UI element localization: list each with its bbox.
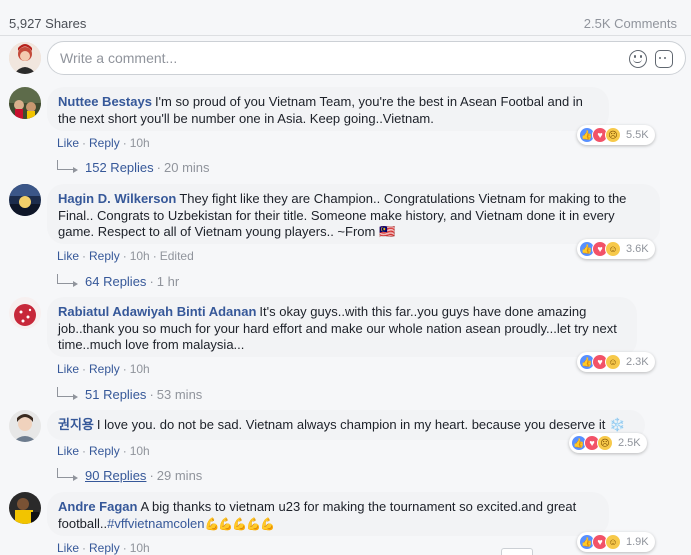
reply-arrow-icon (57, 160, 78, 173)
reactions-summary[interactable]: 👍 ♥ ☺ 1.9K (577, 532, 655, 552)
comment-time[interactable]: 10h (130, 136, 150, 150)
reply-arrow-icon (57, 468, 78, 481)
comment-time[interactable]: 10h (130, 249, 150, 263)
reply-link[interactable]: Reply (89, 541, 120, 555)
comment-author[interactable]: 권지용 (58, 417, 94, 432)
comment-composer (9, 41, 686, 75)
commenter-avatar[interactable] (9, 87, 41, 119)
replies-link[interactable]: 152 Replies · 20 mins (57, 160, 210, 175)
reaction-count: 2.3K (626, 356, 649, 368)
replies-time: 53 mins (156, 387, 203, 402)
reply-link[interactable]: Reply (89, 249, 120, 263)
current-user-avatar[interactable] (9, 42, 41, 74)
comment-input-box[interactable] (47, 41, 686, 75)
reply-link[interactable]: Reply (89, 136, 120, 150)
comment-bubble: Hagin D. Wilkerson They fight like they a… (47, 184, 660, 244)
comment-text: I love you. do not be sad. Vietnam alway… (96, 417, 626, 432)
haha-reaction-icon: ☺ (605, 534, 621, 550)
replies-count[interactable]: 51 Replies (85, 387, 146, 402)
comment-actions: Like · Reply · 10h (57, 136, 150, 150)
comment-bubble: Nuttee Bestays I'm so proud of you Vietna… (47, 87, 609, 131)
reaction-count: 1.9K (626, 536, 649, 548)
comment-actions: Like · Reply · 10h (57, 362, 150, 376)
replies-link[interactable]: 51 Replies · 53 mins (57, 387, 202, 402)
reply-arrow-icon (57, 274, 78, 287)
edited-label[interactable]: Edited (160, 249, 194, 263)
comment-author[interactable]: Hagin D. Wilkerson (58, 191, 176, 206)
reactions-summary[interactable]: 👍 ♥ ☹ 5.5K (577, 125, 655, 145)
shares-count[interactable]: 5,927 Shares (9, 16, 86, 31)
comment-time[interactable]: 10h (130, 362, 150, 376)
post-stats-bar: 5,927 Shares 2.5K Comments (0, 0, 691, 36)
reactions-summary[interactable]: 👍 ♥ ☺ 2.3K (577, 352, 655, 372)
haha-reaction-icon: ☺ (605, 241, 621, 257)
comment: Rabiatul Adawiyah Binti Adanan It's okay … (9, 297, 681, 407)
reply-arrow-icon (57, 387, 78, 400)
comment-bubble: Andre Fagan A big thanks to vietnam u23 f… (47, 492, 609, 536)
haha-reaction-icon: ☺ (605, 354, 621, 370)
flexed-biceps-emoji: 💪💪💪💪💪 (204, 516, 275, 531)
commenter-avatar[interactable] (9, 492, 41, 524)
commenter-avatar[interactable] (9, 184, 41, 216)
scroll-tab[interactable] (501, 548, 533, 555)
reactions-summary[interactable]: 👍 ♥ ☺ 3.6K (577, 239, 655, 259)
replies-count[interactable]: 90 Replies (85, 468, 146, 483)
comments-count[interactable]: 2.5K Comments (584, 16, 677, 31)
comment: Andre Fagan A big thanks to vietnam u23 f… (9, 492, 681, 555)
sad-reaction-icon: ☹ (605, 127, 621, 143)
reply-link[interactable]: Reply (89, 362, 120, 376)
like-link[interactable]: Like (57, 541, 79, 555)
replies-link[interactable]: 90 Replies · 29 mins (57, 468, 202, 483)
commenter-avatar[interactable] (9, 297, 41, 329)
reaction-count: 5.5K (626, 129, 649, 141)
comment: Nuttee Bestays I'm so proud of you Vietna… (9, 87, 681, 187)
comment-author[interactable]: Andre Fagan (58, 499, 137, 514)
reaction-count: 2.5K (618, 437, 641, 449)
hashtag-link[interactable]: #vffvietnamcolen (107, 516, 204, 531)
replies-time: 29 mins (156, 468, 203, 483)
sticker-icon[interactable] (655, 50, 673, 68)
reply-link[interactable]: Reply (89, 444, 120, 458)
like-link[interactable]: Like (57, 444, 79, 458)
like-link[interactable]: Like (57, 136, 79, 150)
replies-count[interactable]: 64 Replies (85, 274, 146, 289)
emoji-icon[interactable] (629, 50, 647, 68)
comment-actions: Like · Reply · 10h · Edited (57, 249, 194, 263)
comment-time[interactable]: 10h (130, 444, 150, 458)
comment-bubble: Rabiatul Adawiyah Binti Adanan It's okay … (47, 297, 637, 357)
replies-time: 1 hr (156, 274, 180, 289)
comment-bubble: 권지용 I love you. do not be sad. Vietnam al… (47, 410, 645, 440)
comment-actions: Like · Reply · 10h (57, 541, 150, 555)
comment-actions: Like · Reply · 10h (57, 444, 150, 458)
replies-time: 20 mins (164, 160, 210, 175)
reaction-count: 3.6K (626, 243, 649, 255)
comment-time[interactable]: 10h (130, 541, 150, 555)
comment: Hagin D. Wilkerson They fight like they a… (9, 184, 681, 294)
commenter-avatar[interactable] (9, 410, 41, 442)
reactions-summary[interactable]: 👍 ♥ ☹ 2.5K (569, 433, 647, 453)
comment: 권지용 I love you. do not be sad. Vietnam al… (9, 410, 681, 490)
comment-author[interactable]: Rabiatul Adawiyah Binti Adanan (58, 304, 256, 319)
sad-reaction-icon: ☹ (597, 435, 613, 451)
replies-count[interactable]: 152 Replies (85, 160, 154, 175)
like-link[interactable]: Like (57, 249, 79, 263)
comment-input[interactable] (48, 42, 568, 74)
comment-author[interactable]: Nuttee Bestays (58, 94, 152, 109)
like-link[interactable]: Like (57, 362, 79, 376)
replies-link[interactable]: 64 Replies · 1 hr (57, 274, 179, 289)
